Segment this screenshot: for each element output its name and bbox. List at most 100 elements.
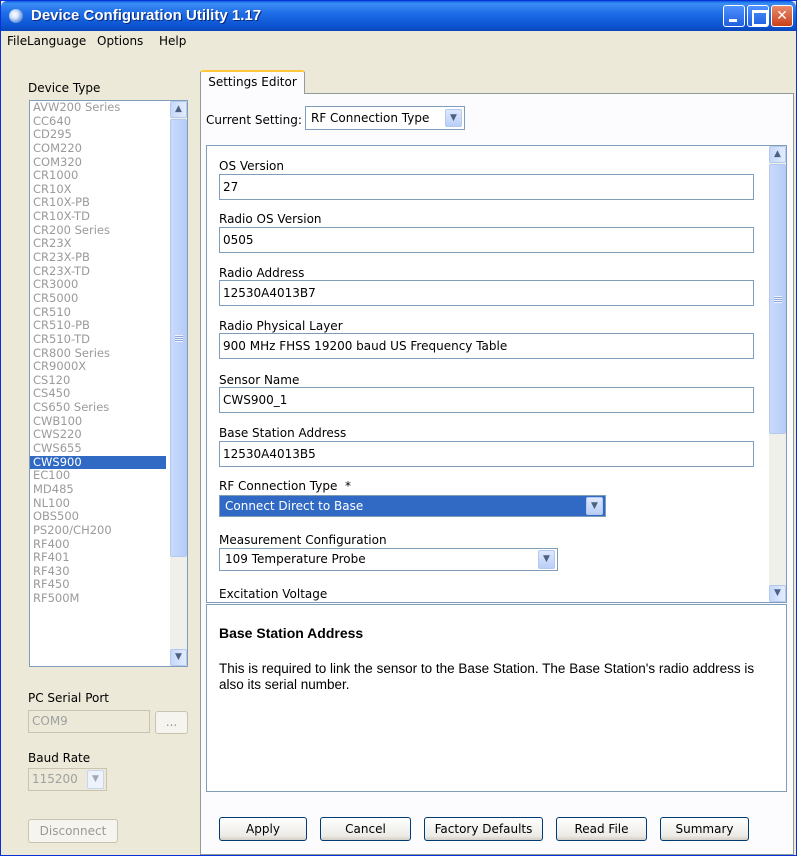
list-item[interactable]: CR200 Series xyxy=(30,223,166,238)
list-item[interactable]: CWS220 xyxy=(30,428,166,442)
disconnect-button[interactable]: Disconnect xyxy=(28,819,118,843)
settings-list[interactable]: OS Version 27 Radio OS Version 0505 Radi… xyxy=(206,145,787,603)
list-item[interactable]: CR510 xyxy=(30,305,166,320)
app-icon xyxy=(9,9,23,23)
chevron-down-icon: ▼ xyxy=(92,774,99,784)
list-item[interactable]: PS200/CH200 xyxy=(30,523,166,538)
cancel-button[interactable]: Cancel xyxy=(320,817,411,841)
list-item[interactable]: RF450 xyxy=(30,578,166,592)
current-setting-dropdown-button[interactable]: ▼ xyxy=(445,109,462,127)
list-item[interactable]: OBS500 xyxy=(30,510,166,524)
current-setting-label: Current Setting: xyxy=(206,113,302,127)
list-item[interactable]: NL100 xyxy=(30,496,166,511)
help-text: This is required to link the sensor to t… xyxy=(219,661,755,692)
list-item[interactable]: CWS655 xyxy=(30,441,166,456)
list-item[interactable]: CR23X-PB xyxy=(30,250,166,265)
list-item[interactable]: CR10X-TD xyxy=(30,209,166,224)
list-item[interactable]: RF500M xyxy=(30,591,166,606)
menu-options[interactable]: Options xyxy=(97,34,143,48)
list-item[interactable]: CR3000 xyxy=(30,278,166,292)
device-list-items: AVW200 Series CC640 CD295 COM220 COM320 CR100… xyxy=(30,101,166,606)
list-item[interactable]: RF400 xyxy=(30,537,166,552)
sensor-name-label: Sensor Name xyxy=(219,373,300,387)
scroll-up-button[interactable]: ▲ xyxy=(170,101,187,118)
settings-scroll-up-button[interactable]: ▲ xyxy=(769,146,786,163)
excitation-voltage-label: Excitation Voltage xyxy=(219,587,328,601)
chevron-down-icon: ▼ xyxy=(543,554,550,564)
close-button[interactable]: ✕ xyxy=(771,5,793,27)
rf-connection-type-select[interactable]: Connect Direct to Base ▼ xyxy=(219,495,606,517)
list-item[interactable]: AVW200 Series xyxy=(30,101,166,115)
measurement-configuration-label: Measurement Configuration xyxy=(219,533,387,547)
current-setting-select[interactable]: RF Connection Type ▼ xyxy=(305,106,465,130)
list-item[interactable]: CR510-PB xyxy=(30,319,166,333)
rf-connection-type-value: Connect Direct to Base xyxy=(225,499,364,513)
list-item[interactable]: CR800 Series xyxy=(30,346,166,361)
measurement-configuration-select[interactable]: 109 Temperature Probe ▼ xyxy=(219,548,558,571)
menu-file[interactable]: File xyxy=(7,34,27,48)
baud-rate-value: 115200 xyxy=(32,772,78,786)
list-item[interactable]: CR9000X xyxy=(30,360,166,374)
list-item[interactable]: RF401 xyxy=(30,550,166,565)
baud-rate-select[interactable]: 115200 ▼ xyxy=(28,768,107,791)
list-item[interactable]: CD295 xyxy=(30,128,166,142)
radio-os-version-input[interactable]: 0505 xyxy=(219,227,754,253)
measurement-configuration-value: 109 Temperature Probe xyxy=(225,552,366,566)
help-title: Base Station Address xyxy=(219,625,364,641)
radio-address-input[interactable]: 12530A4013B7 xyxy=(219,280,754,306)
os-version-input[interactable]: 27 xyxy=(219,174,754,200)
list-item[interactable]: CR23X-TD xyxy=(30,264,166,279)
list-item[interactable]: CR5000 xyxy=(30,291,166,306)
sensor-name-input[interactable]: CWS900_1 xyxy=(219,387,754,413)
chevron-down-icon: ▼ xyxy=(175,652,182,662)
device-type-list[interactable]: AVW200 Series CC640 CD295 COM220 COM320 CR100… xyxy=(29,100,188,667)
settings-scrollbar[interactable]: ▲ ▼ xyxy=(769,146,786,602)
list-item[interactable]: CR10X-PB xyxy=(30,196,166,210)
list-item[interactable]: MD485 xyxy=(30,482,166,497)
list-item[interactable]: COM220 xyxy=(30,141,166,156)
measurement-configuration-dropdown-button[interactable]: ▼ xyxy=(538,550,555,569)
os-version-label: OS Version xyxy=(219,159,285,173)
list-item[interactable]: EC100 xyxy=(30,469,166,483)
maximize-button[interactable] xyxy=(747,5,769,27)
read-file-button[interactable]: Read File xyxy=(556,817,647,841)
scroll-down-button[interactable]: ▼ xyxy=(170,649,187,666)
list-item[interactable]: CC640 xyxy=(30,114,166,129)
baud-rate-dropdown-button[interactable]: ▼ xyxy=(87,770,104,789)
list-item[interactable]: CR10X xyxy=(30,182,166,197)
tab-settings-editor[interactable]: Settings Editor xyxy=(200,70,305,94)
list-item[interactable]: CWS900 xyxy=(30,455,166,470)
chevron-up-icon: ▲ xyxy=(774,149,781,159)
list-item[interactable]: CS450 xyxy=(30,387,166,401)
radio-os-version-label: Radio OS Version xyxy=(219,212,322,226)
apply-button[interactable]: Apply xyxy=(219,817,307,841)
settings-scroll-down-button[interactable]: ▼ xyxy=(769,585,786,602)
settings-scroll-thumb[interactable] xyxy=(769,164,786,434)
scroll-thumb[interactable] xyxy=(170,119,187,557)
device-type-label: Device Type xyxy=(28,81,101,95)
app-window: Device Configuration Utility 1.17 ✕ File… xyxy=(0,0,797,856)
minimize-button[interactable] xyxy=(723,5,745,27)
list-item[interactable]: COM320 xyxy=(30,155,166,170)
menu-help[interactable]: Help xyxy=(159,34,186,48)
serial-port-input[interactable]: COM9 xyxy=(28,710,150,733)
list-item[interactable]: CWB100 xyxy=(30,414,166,429)
browse-port-button[interactable]: ... xyxy=(155,711,188,734)
maximize-icon xyxy=(748,6,768,26)
list-item[interactable]: CR1000 xyxy=(30,169,166,183)
list-item[interactable]: RF430 xyxy=(30,564,166,579)
base-station-address-input[interactable]: 12530A4013B5 xyxy=(219,441,754,467)
list-item[interactable]: CR23X xyxy=(30,237,166,251)
rf-connection-type-dropdown-button[interactable]: ▼ xyxy=(586,497,603,515)
title-bar[interactable]: Device Configuration Utility 1.17 ✕ xyxy=(1,1,796,31)
chevron-up-icon: ▲ xyxy=(175,104,182,114)
device-list-scrollbar[interactable]: ▲ ▼ xyxy=(170,101,187,666)
menu-language[interactable]: Language xyxy=(27,34,86,48)
summary-button[interactable]: Summary xyxy=(660,817,749,841)
radio-physical-layer-input[interactable]: 900 MHz FHSS 19200 baud US Frequency Tab… xyxy=(219,333,754,359)
list-item[interactable]: CS120 xyxy=(30,373,166,388)
list-item[interactable]: CR510-TD xyxy=(30,332,166,347)
factory-defaults-button[interactable]: Factory Defaults xyxy=(424,817,543,841)
chevron-down-icon: ▼ xyxy=(774,588,781,598)
list-item[interactable]: CS650 Series xyxy=(30,400,166,415)
